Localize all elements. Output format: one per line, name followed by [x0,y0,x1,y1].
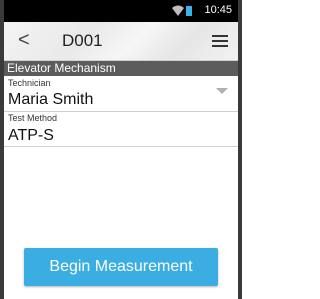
status-icons [172,5,196,17]
technician-label: Technician [8,78,51,88]
begin-measurement-button[interactable]: Begin Measurement [24,248,218,286]
wifi-icon [172,5,184,16]
test-method-value[interactable]: ATP-S [8,127,54,145]
status-time: 10:45 [204,4,232,16]
divider [4,111,238,112]
chevron-left-icon[interactable]: < [18,28,30,52]
action-bar: < D001 [4,22,238,61]
battery-icon [186,6,192,16]
divider [4,146,238,147]
test-method-label: Test Method [8,113,58,123]
section-header: Elevator Mechanism [4,61,238,76]
dropdown-arrow-icon[interactable] [216,88,228,94]
technician-value[interactable]: Maria Smith [8,91,93,109]
status-bar: 10:45 [4,0,238,22]
page-title: D001 [62,31,103,50]
hamburger-menu-icon[interactable] [212,35,228,47]
